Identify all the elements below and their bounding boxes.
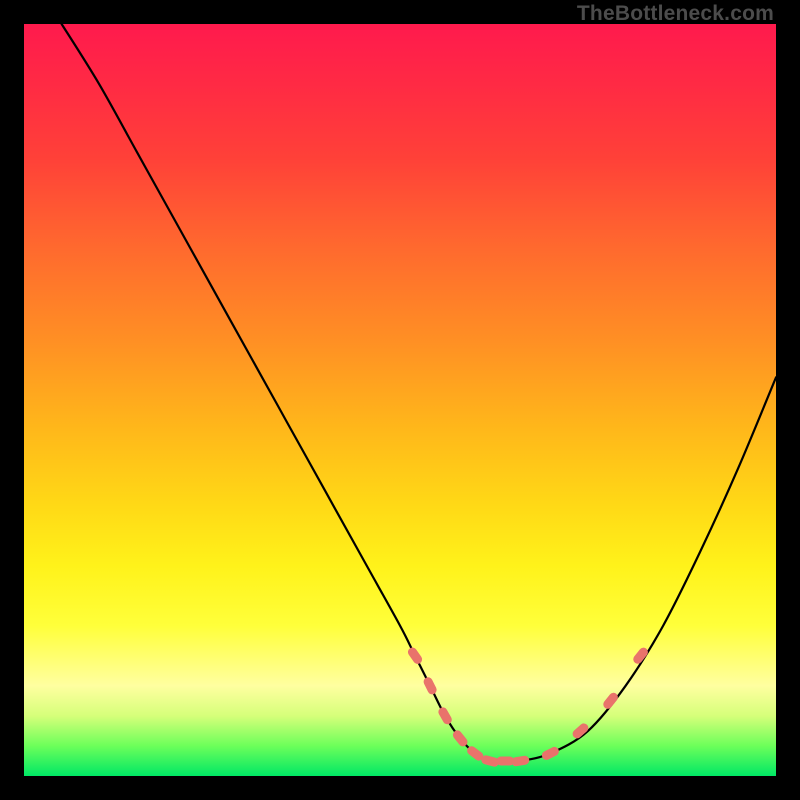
watermark-text: TheBottleneck.com [577, 2, 774, 26]
highlight-marker [406, 646, 424, 666]
bottleneck-curve [62, 24, 776, 762]
plot-area [24, 24, 776, 776]
highlight-markers [406, 646, 650, 768]
highlight-marker [631, 646, 649, 666]
highlight-marker [422, 676, 438, 696]
highlight-marker [601, 691, 619, 711]
highlight-marker [540, 745, 560, 761]
chart-frame: TheBottleneck.com [0, 0, 800, 800]
curve-svg [24, 24, 776, 776]
highlight-marker [437, 706, 454, 726]
highlight-marker [511, 755, 530, 767]
